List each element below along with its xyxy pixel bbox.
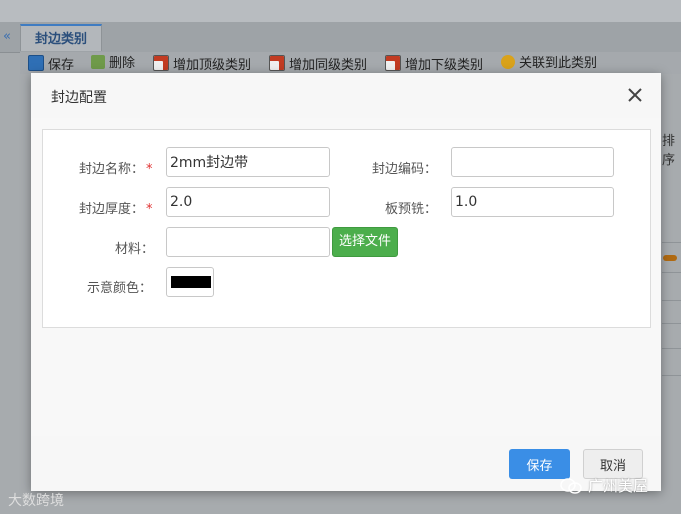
toolbar-add-sibling-category-button[interactable]: 增加同级类别 <box>269 55 367 73</box>
toolbar-delete-button[interactable]: 删除 <box>91 55 135 73</box>
top-bar <box>0 0 681 22</box>
close-icon[interactable] <box>626 86 644 104</box>
toolbar-save-label: 保存 <box>48 58 75 73</box>
background-row-divider <box>662 300 681 301</box>
color-label: 示意颜色： <box>87 281 153 296</box>
background-row-divider <box>662 348 681 349</box>
collapse-icon[interactable]: « <box>0 30 14 44</box>
background-row-divider <box>662 375 681 376</box>
save-icon <box>28 55 44 71</box>
add-doc-icon <box>385 55 401 71</box>
board-premill-label: 板预铣： <box>385 202 438 217</box>
toolbar-add-sibling-label: 增加同级类别 <box>289 58 368 73</box>
choose-file-button[interactable]: 选择文件 <box>332 227 399 257</box>
add-doc-icon <box>153 55 169 71</box>
toolbar-add-top-category-button[interactable]: 增加顶级类别 <box>153 55 251 73</box>
background-status-indicator <box>663 255 677 261</box>
edge-code-input[interactable] <box>451 147 614 177</box>
form-panel: 封边名称：* 封边编码： 封边厚度：* 板预铣： 材料： 选择文件 示意颜色： <box>42 129 651 328</box>
required-mark: * <box>146 162 153 177</box>
edge-name-label: 封边名称： * <box>79 162 153 177</box>
wechat-icon <box>560 478 582 494</box>
toolbar-link-label: 关联到此类别 <box>519 56 598 71</box>
tab-bar <box>0 22 681 53</box>
link-icon <box>501 55 515 69</box>
watermark-right: 广州美屋 <box>560 475 648 496</box>
edge-name-input[interactable] <box>166 147 330 177</box>
required-mark: * <box>146 202 153 217</box>
add-doc-icon <box>269 55 285 71</box>
board-premill-input[interactable] <box>451 187 614 217</box>
toolbar-add-top-label: 增加顶级类别 <box>173 58 252 73</box>
dialog-title: 封边配置 <box>51 90 107 106</box>
material-label: 材料： <box>115 242 155 257</box>
watermark-left: 大数跨境 <box>8 493 64 509</box>
toolbar-add-child-label: 增加下级类别 <box>405 58 484 73</box>
dialog-body: 封边名称：* 封边编码： 封边厚度：* 板预铣： 材料： 选择文件 示意颜色： <box>31 118 661 436</box>
toolbar-link-category-button[interactable]: 关联到此类别 <box>501 55 597 73</box>
trash-icon <box>91 55 105 69</box>
edge-thickness-input[interactable] <box>166 187 330 217</box>
tab-edge-category[interactable]: 封边类别 <box>20 24 103 51</box>
background-row-divider <box>662 242 681 243</box>
background-row-divider <box>662 272 681 273</box>
edge-thickness-label: 封边厚度： * <box>79 202 153 217</box>
edge-config-dialog: 封边配置 封边名称：* 封边编码： 封边厚度：* 板预铣： 材料： 选择文件 示… <box>31 73 661 491</box>
dialog-header: 封边配置 <box>31 73 661 118</box>
watermark-right-label: 广州美屋 <box>588 477 649 495</box>
background-row-divider <box>662 323 681 324</box>
material-input[interactable] <box>166 227 330 257</box>
toolbar-delete-label: 删除 <box>109 56 136 71</box>
toolbar-add-child-category-button[interactable]: 增加下级类别 <box>385 55 483 73</box>
color-picker[interactable] <box>166 267 214 297</box>
background-column-fragment: 排序 <box>662 134 676 168</box>
toolbar-save-button[interactable]: 保存 <box>28 55 74 73</box>
color-swatch <box>171 276 211 288</box>
edge-code-label: 封边编码： <box>372 162 438 177</box>
